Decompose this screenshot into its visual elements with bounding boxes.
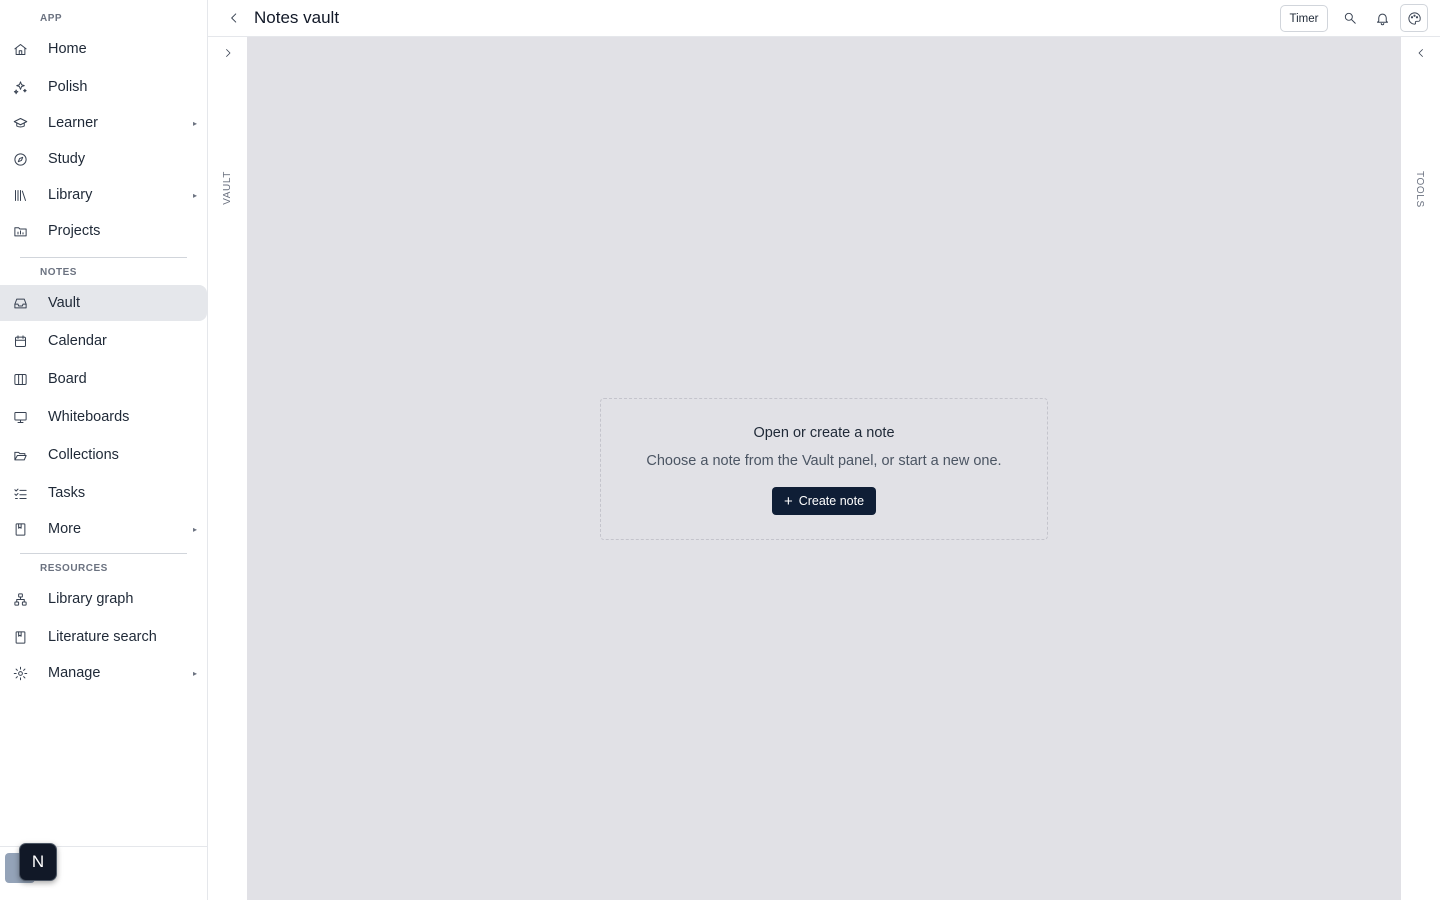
sidebar-item-label: Projects [48, 223, 101, 239]
sidebar-item-projects[interactable]: Projects [0, 213, 207, 249]
search-button[interactable] [1341, 9, 1359, 27]
sidebar-item-more[interactable]: More ▸ [0, 511, 207, 547]
network-icon [12, 591, 28, 607]
tools-rail-label[interactable]: TOOLS [1414, 171, 1425, 208]
palette-icon [1407, 11, 1421, 25]
sidebar-item-home[interactable]: Home [0, 31, 207, 67]
folder-open-icon [12, 447, 28, 463]
chevron-right-icon [226, 49, 231, 57]
sidebar-item-label: More [48, 521, 82, 537]
bell-icon [1376, 13, 1388, 25]
expand-caret-icon[interactable]: ▸ [193, 669, 197, 678]
expand-vault-button[interactable] [220, 45, 236, 61]
section-label-notes: NOTES [40, 267, 77, 278]
expand-caret-icon[interactable]: ▸ [193, 525, 197, 534]
sidebar-item-label: Whiteboards [48, 409, 130, 425]
app-badge[interactable]: N [19, 843, 57, 881]
top-bar: Notes vault Timer [208, 0, 1440, 37]
inbox-icon [12, 295, 28, 311]
divider [20, 553, 187, 554]
sidebar-item-study[interactable]: Study [0, 141, 207, 177]
expand-tools-button[interactable] [1413, 45, 1429, 61]
sidebar-item-library-graph[interactable]: Library graph [0, 581, 207, 617]
divider [20, 257, 187, 258]
sidebar-footer: N [0, 843, 207, 900]
folder-chart-icon [12, 223, 28, 239]
sidebar-item-collections[interactable]: Collections [0, 437, 207, 473]
sidebar-item-calendar[interactable]: Calendar [0, 323, 207, 359]
sidebar-item-polish[interactable]: Polish [0, 69, 207, 105]
sidebar-item-label: Collections [48, 447, 119, 463]
sidebar-item-label: Calendar [48, 333, 107, 349]
expand-caret-icon[interactable]: ▸ [193, 191, 197, 200]
search-icon [1344, 12, 1356, 24]
book-search-icon [12, 629, 28, 645]
sidebar-item-whiteboards[interactable]: Whiteboards [0, 399, 207, 435]
create-note-button[interactable]: + Create note [772, 487, 876, 515]
theme-button[interactable] [1400, 4, 1428, 32]
chevron-left-icon [231, 13, 237, 23]
sidebar-item-vault[interactable]: Vault [0, 285, 207, 321]
compass-icon [12, 151, 28, 167]
graduation-cap-icon [12, 115, 28, 131]
vault-rail-label[interactable]: VAULT [222, 171, 233, 205]
gear-icon [12, 665, 28, 681]
presentation-icon [12, 409, 28, 425]
editor-canvas: Open or create a note Choose a note from… [247, 37, 1401, 900]
library-icon [12, 187, 28, 203]
empty-state-title: Open or create a note [753, 425, 895, 441]
sidebar: APP Home Polish Learner ▸ Study Library … [0, 0, 208, 900]
sidebar-item-literature-search[interactable]: Literature search [0, 619, 207, 655]
calendar-icon [12, 333, 28, 349]
list-checks-icon [12, 485, 28, 501]
sidebar-item-label: Library graph [48, 591, 134, 607]
expand-caret-icon[interactable]: ▸ [193, 119, 197, 128]
plus-icon: + [783, 492, 793, 510]
sparkles-icon [12, 79, 28, 95]
sidebar-item-library[interactable]: Library ▸ [0, 177, 207, 213]
sidebar-item-label: Learner [48, 115, 98, 131]
sidebar-item-learner[interactable]: Learner ▸ [0, 105, 207, 141]
section-label-resources: RESOURCES [40, 563, 108, 574]
sidebar-item-tasks[interactable]: Tasks [0, 475, 207, 511]
sidebar-item-label: Vault [48, 295, 80, 311]
chevron-left-icon [1418, 49, 1423, 57]
timer-button[interactable]: Timer [1280, 5, 1328, 32]
empty-state-subtitle: Choose a note from the Vault panel, or s… [646, 453, 1002, 469]
sidebar-item-label: Home [48, 41, 87, 57]
bookmark-book-icon [12, 521, 28, 537]
page-title: Notes vault [254, 8, 340, 27]
sidebar-item-label: Library [48, 187, 93, 203]
sidebar-item-label: Literature search [48, 629, 157, 645]
notifications-button[interactable] [1373, 9, 1391, 27]
sidebar-item-board[interactable]: Board [0, 361, 207, 397]
vault-panel-rail: VAULT [208, 37, 247, 900]
sidebar-item-label: Study [48, 151, 86, 167]
empty-state-card: Open or create a note Choose a note from… [600, 398, 1048, 540]
create-note-label: Create note [798, 494, 865, 508]
columns-icon [12, 371, 28, 387]
sidebar-item-manage[interactable]: Manage ▸ [0, 655, 207, 691]
sidebar-item-label: Manage [48, 665, 101, 681]
sidebar-item-label: Tasks [48, 485, 86, 501]
sidebar-item-label: Polish [48, 79, 88, 95]
home-icon [12, 41, 28, 57]
sidebar-item-label: Board [48, 371, 87, 387]
section-label-app: APP [40, 13, 63, 24]
tools-panel-rail: TOOLS [1401, 37, 1440, 900]
back-button[interactable] [226, 9, 242, 27]
